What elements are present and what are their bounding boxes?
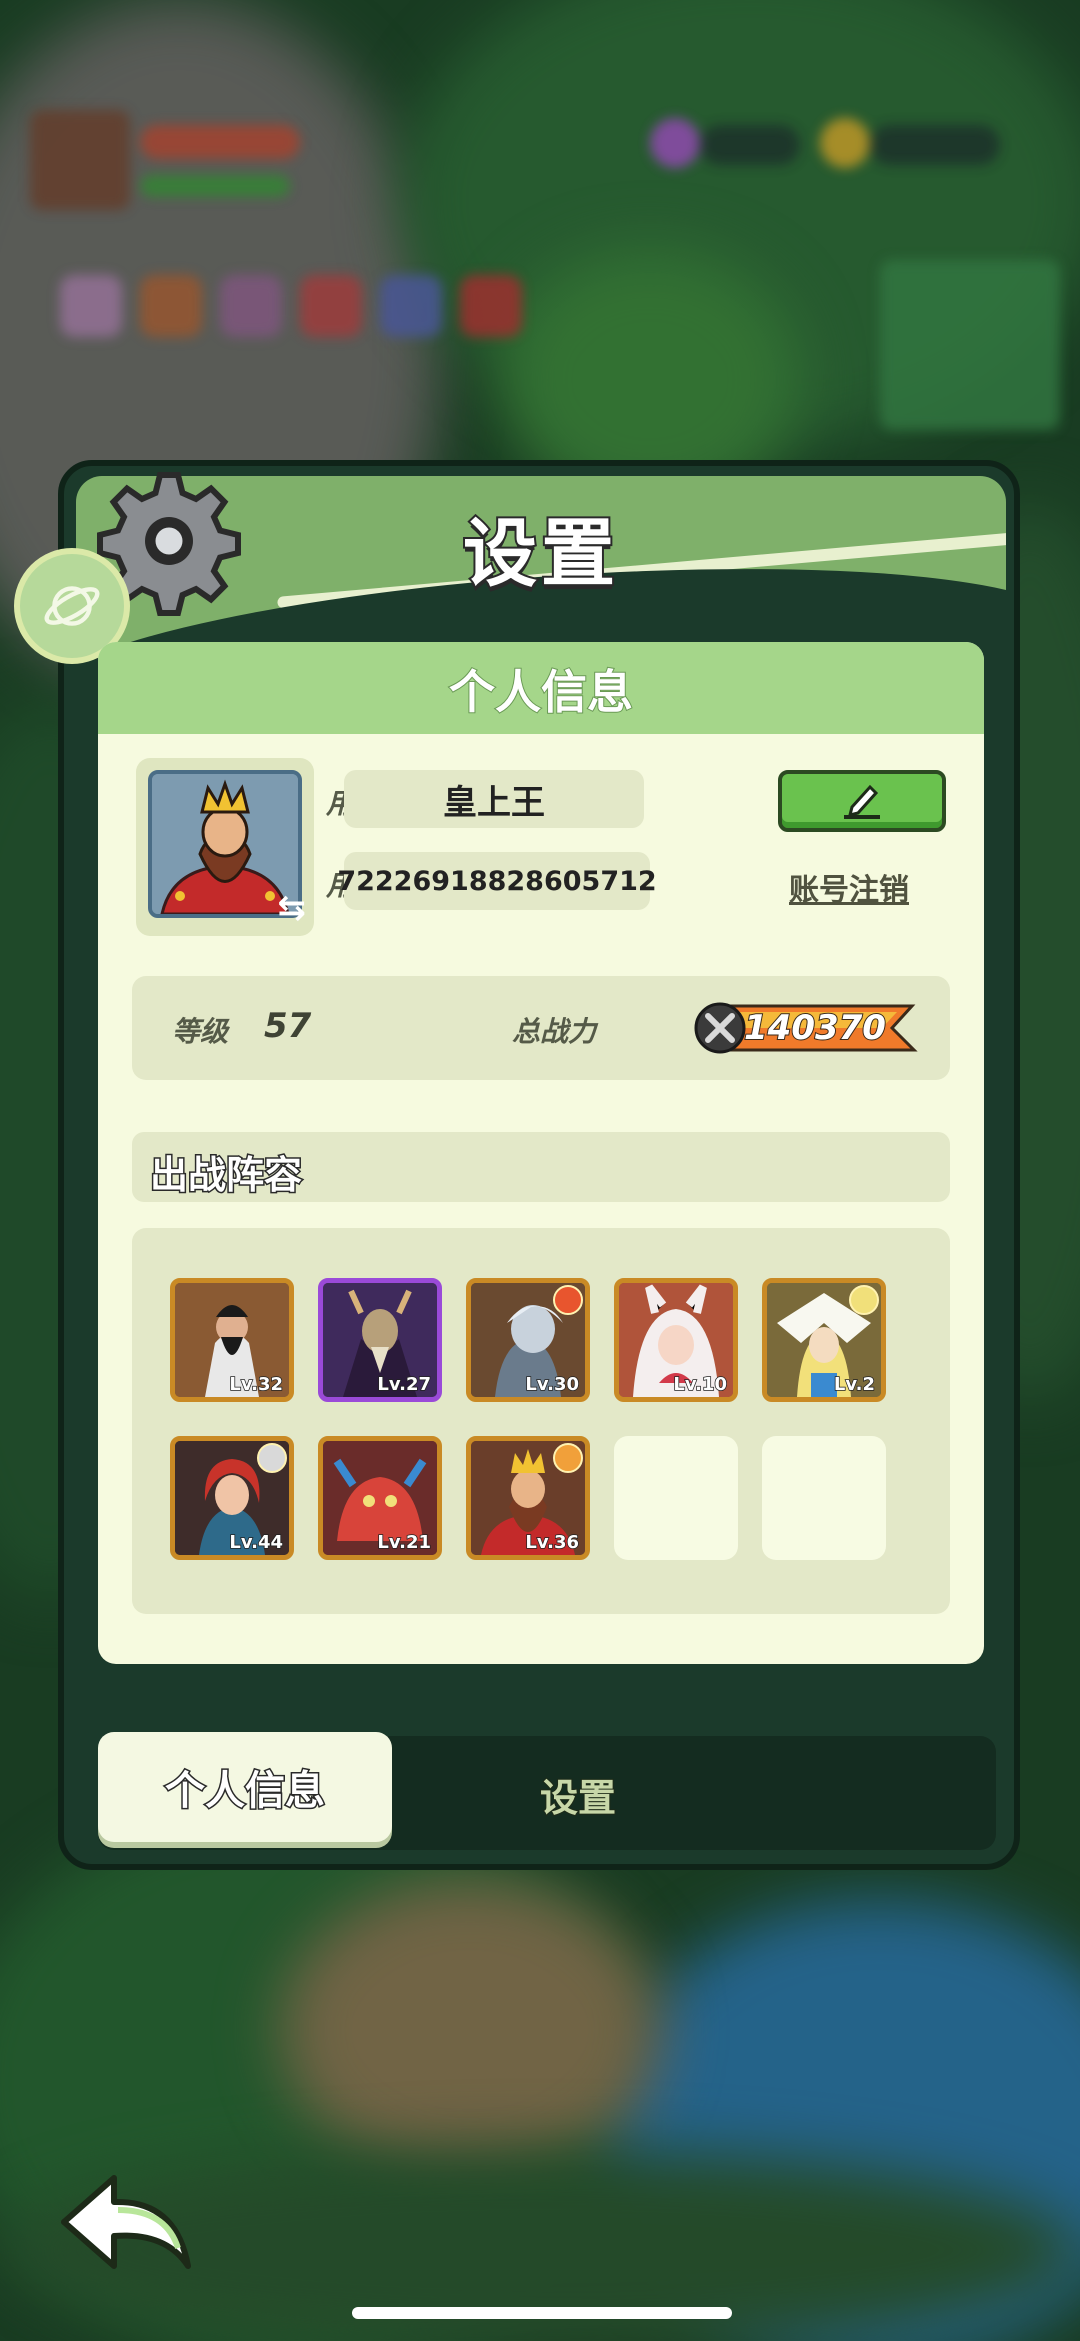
edit-nickname-button[interactable] [778,770,946,832]
hero-level: Lv.30 [525,1373,580,1396]
hero-slot-1[interactable]: Lv.32 [170,1278,294,1402]
hero-level: Lv.32 [229,1373,284,1396]
hero-slot-6[interactable]: Lv.44 [170,1436,294,1560]
pencil-icon [844,784,880,819]
hero-level: Lv.10 [673,1373,728,1396]
settings-dialog: 设置 个人信息 ⇆ 皇上王 72226918828605712 账号注销 等级 … [14,460,1020,1870]
personal-info-panel: 个人信息 ⇆ 用户昵称 皇上王 [98,642,984,1664]
dialog-tabs: 个人信息 设置 [98,1732,996,1850]
tab-personal-info-label: 个人信息 [164,1767,327,1816]
profile-avatar[interactable]: ⇆ [136,758,314,936]
tab-settings-label: 设置 [539,1775,617,1821]
panel-title: 个人信息 [448,664,634,720]
empty-hero-slot[interactable] [762,1436,886,1560]
king-portrait-icon [152,774,298,914]
hero-level: Lv.27 [377,1373,432,1396]
lineup-grid: Lv.32 Lv.27 Lv.30 Lv.10 Lv.2 Lv.44 Lv.21… [132,1228,950,1614]
hero-level: Lv.36 [525,1531,580,1554]
level-value: 57 [264,1006,312,1046]
user-id-field: 72226918828605712 [337,852,657,910]
back-arrow-icon[interactable] [56,2170,196,2280]
hero-level: Lv.21 [377,1531,432,1554]
hero-level: Lv.2 [833,1373,876,1396]
empty-hero-slot[interactable] [614,1436,738,1560]
planet-glyph-icon [44,586,100,626]
lineup-header: 出战阵容 [132,1132,950,1202]
hero-level: Lv.44 [229,1531,284,1554]
hero-slot-3[interactable]: Lv.30 [466,1278,590,1402]
level-label: 等级 [172,1015,229,1048]
total-power-badge: 140370 [692,1000,922,1056]
tab-settings[interactable]: 设置 [478,1764,678,1824]
delete-account-link[interactable]: 账号注销 [774,862,924,912]
hero-slot-5[interactable]: Lv.2 [762,1278,886,1402]
hero-slot-8[interactable]: Lv.36 [466,1436,590,1560]
home-indicator[interactable] [352,2307,732,2319]
lineup-title: 出战阵容 [148,1152,303,1199]
stats-row: 等级 57 总战力 140370 [132,976,950,1080]
panel-header: 个人信息 [98,642,984,734]
hero-slot-7[interactable]: Lv.21 [318,1436,442,1560]
total-power-label: 总战力 [512,1015,597,1048]
total-power-value: 140370 [743,1007,887,1049]
hero-slot-4[interactable]: Lv.10 [614,1278,738,1402]
nickname-field: 皇上王 [344,770,644,828]
hero-slot-2[interactable]: Lv.27 [318,1278,442,1402]
tab-personal-info[interactable]: 个人信息 [98,1732,392,1842]
swap-arrow-icon[interactable]: ⇆ [278,888,307,928]
